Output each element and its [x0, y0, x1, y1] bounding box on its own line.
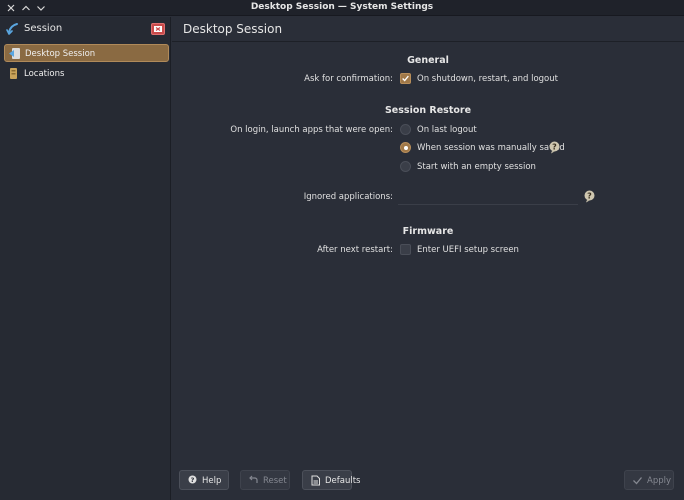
after-restart-label: After next restart:: [317, 245, 393, 255]
radio-manually-saved[interactable]: [400, 142, 411, 153]
svg-text:?: ?: [191, 476, 195, 484]
svg-text:?: ?: [587, 192, 592, 201]
sidebar-header-label: Session: [24, 23, 63, 34]
confirm-label: Ask for confirmation:: [304, 74, 393, 84]
option-manually-saved-label[interactable]: When session was manually saved: [417, 143, 565, 153]
checkmark-icon: [632, 475, 643, 486]
page-title: Desktop Session: [183, 22, 283, 36]
uefi-checkbox[interactable]: [400, 244, 411, 255]
radio-on-last-logout[interactable]: [400, 124, 411, 135]
launch-apps-label: On login, launch apps that were open:: [230, 125, 393, 135]
defaults-button-label: Defaults: [325, 476, 361, 486]
help-button-label: Help: [202, 476, 222, 486]
sidebar-item-label: Locations: [24, 69, 65, 79]
sidebar-item-desktop-session[interactable]: Desktop Session: [4, 44, 169, 62]
option-on-last-logout-label[interactable]: On last logout: [417, 125, 477, 135]
section-title-general: General: [407, 55, 449, 66]
sidebar: Session Desktop Session Locations: [0, 17, 171, 500]
defaults-icon: [310, 475, 321, 486]
section-title-session-restore: Session Restore: [384, 105, 472, 116]
confirm-checkbox[interactable]: [400, 73, 411, 84]
confirm-option-label[interactable]: On shutdown, restart, and logout: [417, 74, 558, 84]
help-button-icon: ?: [187, 475, 198, 486]
ignored-apps-input[interactable]: [398, 189, 578, 205]
defaults-button[interactable]: Defaults: [302, 470, 361, 490]
window-titlebar: Desktop Session — System Settings: [0, 0, 684, 16]
back-arrow-icon[interactable]: [6, 22, 20, 36]
reset-button-label: Reset: [263, 476, 287, 486]
close-module-icon[interactable]: [151, 23, 165, 35]
help-icon[interactable]: ?: [548, 141, 561, 154]
desktop-session-icon: [8, 47, 21, 60]
radio-empty-session[interactable]: [400, 161, 411, 172]
svg-text:?: ?: [552, 143, 557, 152]
window-title: Desktop Session — System Settings: [250, 2, 434, 12]
uefi-option-label[interactable]: Enter UEFI setup screen: [417, 245, 519, 255]
main-content: Desktop Session General Ask for confirma…: [172, 17, 684, 500]
apply-button-label: Apply: [647, 476, 671, 486]
ignored-apps-label: Ignored applications:: [303, 192, 393, 202]
sidebar-item-locations[interactable]: Locations: [4, 65, 169, 83]
sidebar-header: Session: [0, 17, 171, 41]
reset-icon: [248, 475, 259, 486]
option-empty-session-label[interactable]: Start with an empty session: [417, 162, 536, 172]
sidebar-item-label: Desktop Session: [25, 49, 96, 59]
help-icon[interactable]: ?: [583, 190, 596, 203]
help-button[interactable]: ? Help: [179, 470, 229, 490]
section-title-firmware: Firmware: [402, 226, 454, 237]
apply-button[interactable]: Apply: [624, 470, 674, 490]
reset-button[interactable]: Reset: [240, 470, 290, 490]
locations-icon: [7, 67, 20, 80]
page-header: Desktop Session: [172, 17, 684, 42]
